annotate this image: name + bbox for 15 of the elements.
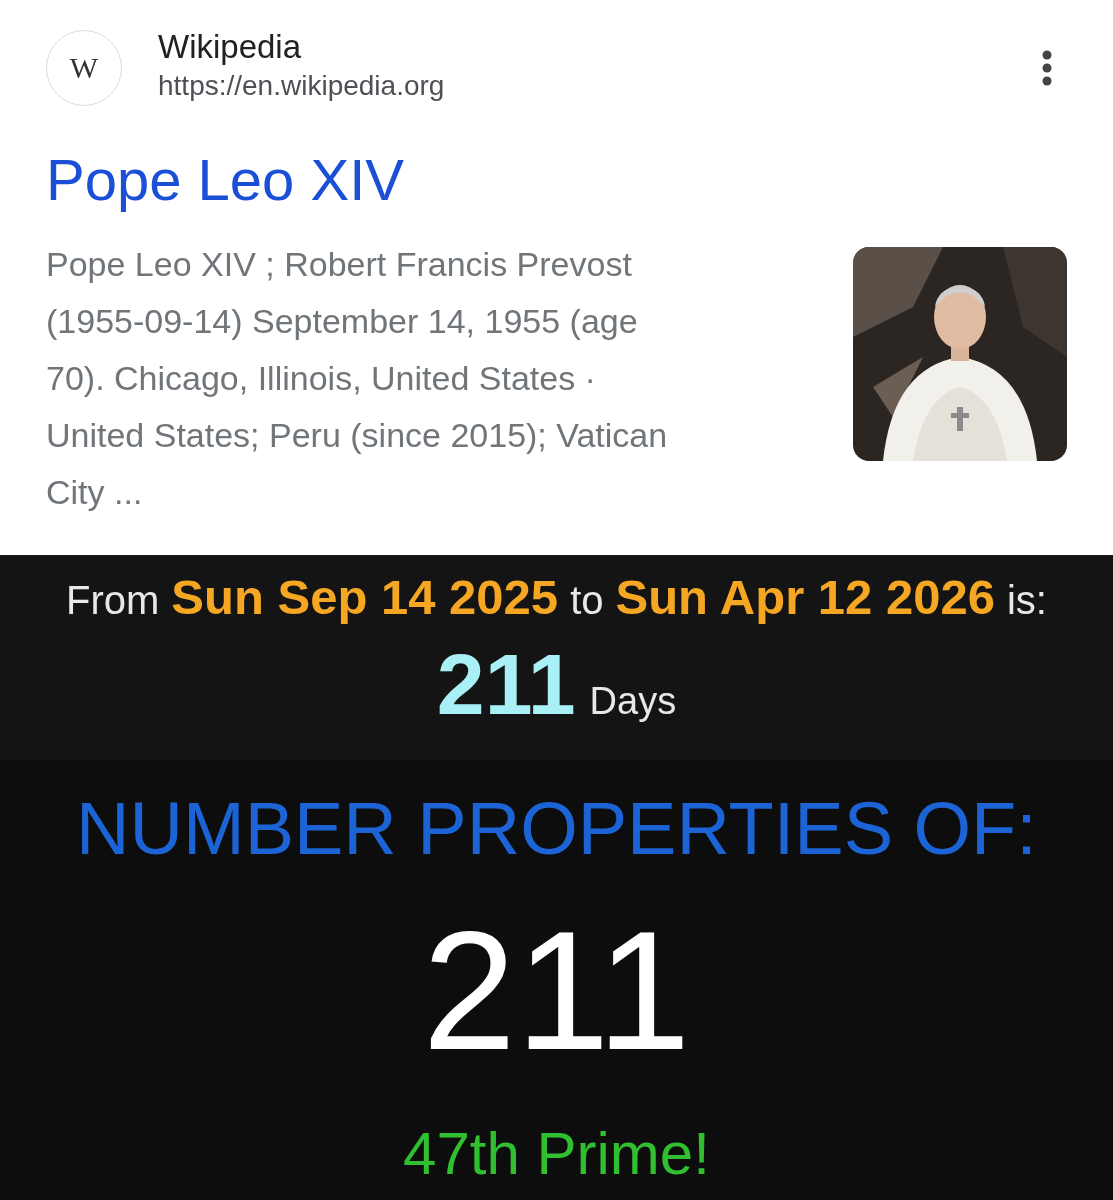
day-count: 211	[436, 635, 576, 734]
range-label: From	[66, 578, 160, 623]
properties-heading: NUMBER PROPERTIES OF:	[76, 786, 1037, 871]
range-label: is:	[1006, 578, 1047, 623]
end-date: Sun Apr 12 2026	[615, 569, 995, 625]
more-options-icon[interactable]	[1041, 50, 1053, 86]
site-name: Wikipedia	[158, 28, 303, 66]
result-snippet: Pope Leo XIV ; Robert Francis Prevost (1955-09-14) September 14, 1955 (age 70). Chicago, Illinois, United States · United States; Peru (since 2015); Vatican City ...	[46, 243, 668, 513]
start-date: Sun Sep 14 2025	[171, 569, 559, 625]
day-unit: Days	[589, 680, 677, 723]
site-url: https://en.wikipedia.org	[158, 70, 446, 102]
property-number: 211	[422, 907, 691, 1075]
range-label: to	[570, 578, 604, 623]
prime-fact: 47th Prime!	[403, 1119, 710, 1188]
result-title-link[interactable]: Pope Leo XIV	[46, 148, 1067, 212]
